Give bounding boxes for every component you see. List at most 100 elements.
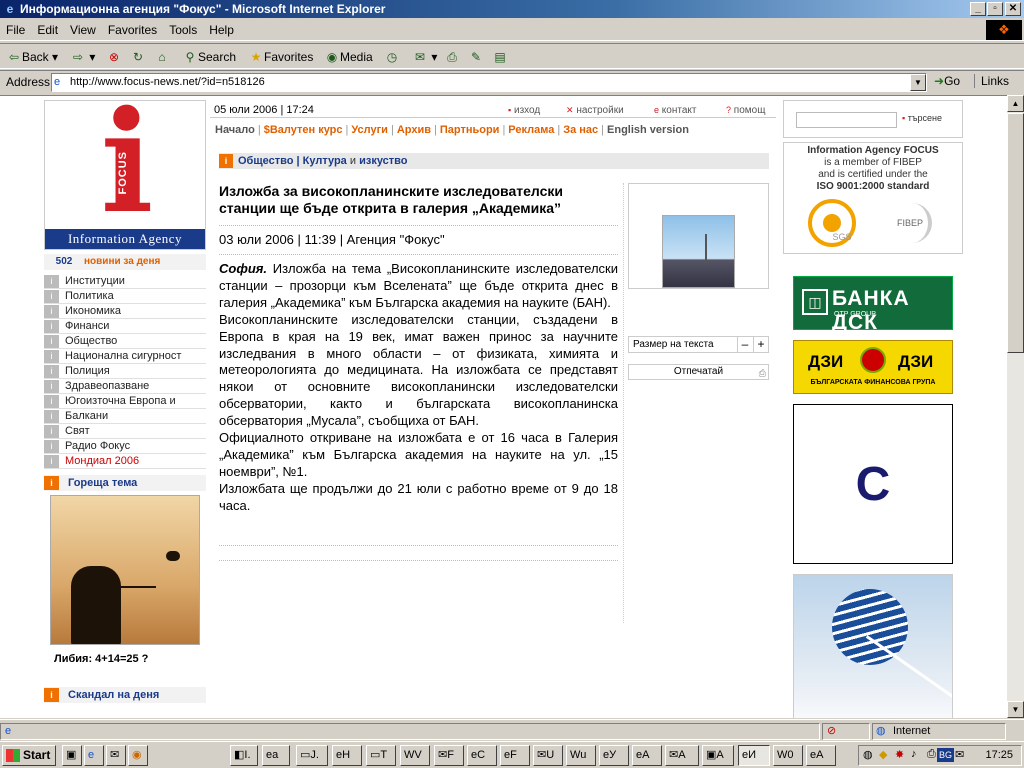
category-culture[interactable]: Култура bbox=[303, 155, 347, 167]
menu-file[interactable]: File bbox=[0, 19, 31, 41]
taskbar-item[interactable]: eF bbox=[500, 745, 530, 766]
site-search-button[interactable]: ▪ търсене bbox=[902, 113, 942, 123]
taskbar-item[interactable]: ▭J. bbox=[296, 745, 328, 766]
category-art[interactable]: изкуство bbox=[359, 155, 407, 167]
taskbar-item[interactable]: eC bbox=[467, 745, 497, 766]
text-size-increase-button[interactable]: + bbox=[753, 337, 768, 352]
nav-item-mondial[interactable]: i Мондиал 2006 bbox=[44, 454, 206, 469]
nav-currency[interactable]: $Валутен курс bbox=[264, 124, 343, 136]
c-banner-ad[interactable]: C bbox=[793, 404, 953, 564]
taskbar-item[interactable]: eA bbox=[806, 745, 836, 766]
vertical-scrollbar[interactable]: ▲ ▼ bbox=[1007, 95, 1024, 718]
minimize-button[interactable]: _ bbox=[970, 2, 986, 16]
forward-button[interactable]: ⇨ ▾ bbox=[68, 48, 95, 66]
taskbar-item[interactable]: ◧I. bbox=[230, 745, 258, 766]
exit-link[interactable]: ▪ изход bbox=[508, 102, 540, 119]
nav-archive[interactable]: Архив bbox=[397, 124, 431, 136]
media-button[interactable]: ◉ Media bbox=[322, 48, 373, 66]
discuss-button[interactable]: ▤ bbox=[490, 48, 508, 66]
dsk-bank-ad[interactable]: ◫ БАНКА ДСК OTP GROUP bbox=[793, 276, 953, 334]
nav-item[interactable]: i Свят bbox=[44, 424, 206, 439]
dzi-ad[interactable]: ДЗИ ДЗИ БЪЛГАРСКАТА ФИНАНСОВА ГРУПА bbox=[793, 340, 953, 394]
menu-view[interactable]: View bbox=[64, 19, 102, 41]
hot-topic-caption[interactable]: Либия: 4+14=25 ? bbox=[54, 653, 206, 665]
nav-item[interactable]: i Полиция bbox=[44, 364, 206, 379]
links-button[interactable]: Links bbox=[974, 74, 1009, 88]
refresh-button[interactable]: ↻ bbox=[128, 48, 146, 66]
menu-favorites[interactable]: Favorites bbox=[102, 19, 163, 41]
taskbar-item[interactable]: ▣A bbox=[702, 745, 734, 766]
quicklaunch-outlook-icon[interactable]: ✉ bbox=[106, 745, 126, 766]
menu-tools[interactable]: Tools bbox=[163, 19, 203, 41]
start-button[interactable]: Start bbox=[2, 745, 56, 766]
globe-banner-ad[interactable] bbox=[793, 574, 953, 718]
category-society[interactable]: Общество bbox=[238, 155, 293, 167]
print-toolbar-button[interactable]: ⎙ bbox=[442, 48, 460, 66]
taskbar-item[interactable]: WV bbox=[400, 745, 430, 766]
tray-language[interactable]: BG bbox=[937, 748, 955, 762]
taskbar-item[interactable]: ✉F bbox=[434, 745, 464, 766]
taskbar-item[interactable]: Wu bbox=[566, 745, 596, 766]
tray-antivirus-icon[interactable]: ✸ bbox=[895, 748, 904, 761]
nav-item[interactable]: i Балкани bbox=[44, 409, 206, 424]
news-count-row[interactable]: 502 новини за деня bbox=[44, 254, 206, 270]
search-button[interactable]: ⚲ Search bbox=[180, 48, 236, 66]
back-button[interactable]: ⇦ Back ▾ bbox=[4, 48, 58, 66]
print-button[interactable]: Отпечатай ⎙ bbox=[628, 364, 769, 380]
home-button[interactable]: ⌂ bbox=[152, 48, 170, 66]
taskbar-item-active[interactable]: eИ bbox=[738, 745, 770, 766]
scroll-down-icon[interactable]: ▼ bbox=[1007, 701, 1024, 718]
mail-button[interactable]: ✉ ▾ bbox=[410, 48, 437, 66]
taskbar-item[interactable]: eH bbox=[332, 745, 362, 766]
taskbar-item[interactable]: ✉A bbox=[665, 745, 699, 766]
menu-help[interactable]: Help bbox=[203, 19, 240, 41]
history-button[interactable]: ◷ bbox=[382, 48, 400, 66]
quicklaunch-desktop-icon[interactable]: ▣ bbox=[62, 745, 82, 766]
nav-item[interactable]: i Радио Фокус bbox=[44, 439, 206, 454]
site-search-input[interactable] bbox=[796, 112, 897, 128]
taskbar-item[interactable]: ea bbox=[262, 745, 290, 766]
nav-item[interactable]: i Институции bbox=[44, 274, 206, 289]
taskbar-item[interactable]: eA bbox=[632, 745, 662, 766]
taskbar-item[interactable]: eУ bbox=[599, 745, 629, 766]
nav-item[interactable]: i Национална сигурност bbox=[44, 349, 206, 364]
hot-topic-image[interactable] bbox=[50, 495, 200, 645]
nav-about[interactable]: За нас bbox=[563, 124, 598, 136]
quicklaunch-media-icon[interactable]: ◉ bbox=[128, 745, 148, 766]
tray-mail-icon[interactable]: ✉ bbox=[955, 748, 964, 761]
address-input[interactable]: e http://www.focus-news.net/?id=n518126 … bbox=[51, 73, 927, 92]
nav-item[interactable]: i Здравеопазване bbox=[44, 379, 206, 394]
article-photo[interactable] bbox=[662, 215, 735, 288]
fibep-logo[interactable]: FIBEP bbox=[892, 203, 932, 243]
go-button[interactable]: ➜Go bbox=[934, 74, 960, 88]
tray-printer-icon[interactable]: ⎙ bbox=[927, 748, 936, 761]
taskbar-item[interactable]: ✉U bbox=[533, 745, 563, 766]
sgs-logo[interactable]: SGS bbox=[808, 199, 856, 247]
tray-network-icon[interactable]: ◍ bbox=[863, 748, 873, 761]
scroll-thumb[interactable] bbox=[1007, 113, 1024, 353]
scroll-up-icon[interactable]: ▲ bbox=[1007, 95, 1024, 112]
nav-services[interactable]: Услуги bbox=[351, 124, 388, 136]
nav-item[interactable]: i Икономика bbox=[44, 304, 206, 319]
taskbar-item[interactable]: W0 bbox=[773, 745, 803, 766]
favorites-button[interactable]: ★ Favorites bbox=[246, 48, 314, 66]
tray-speaker-icon[interactable]: ♪ bbox=[911, 748, 917, 760]
nav-item[interactable]: i Общество bbox=[44, 334, 206, 349]
news-of-day-link[interactable]: новини за деня bbox=[84, 256, 160, 267]
nav-item[interactable]: i Югоизточна Европа и bbox=[44, 394, 206, 409]
nav-item[interactable]: i Политика bbox=[44, 289, 206, 304]
nav-english[interactable]: English version bbox=[607, 124, 689, 136]
address-dropdown-icon[interactable]: ▼ bbox=[910, 74, 926, 91]
contact-link[interactable]: e контакт bbox=[654, 102, 696, 119]
menu-edit[interactable]: Edit bbox=[31, 19, 64, 41]
tray-shield-icon[interactable]: ◆ bbox=[879, 748, 887, 761]
nav-partners[interactable]: Партньори bbox=[440, 124, 500, 136]
nav-item[interactable]: i Финанси bbox=[44, 319, 206, 334]
settings-link[interactable]: ✕ настройки bbox=[566, 102, 624, 119]
nav-home[interactable]: Начало bbox=[210, 124, 255, 136]
maximize-button[interactable]: ▫ bbox=[987, 2, 1003, 16]
close-button[interactable]: ✕ bbox=[1005, 2, 1021, 16]
nav-ads[interactable]: Реклама bbox=[508, 124, 554, 136]
text-size-decrease-button[interactable]: – bbox=[737, 337, 752, 352]
taskbar-item[interactable]: ▭T bbox=[366, 745, 396, 766]
